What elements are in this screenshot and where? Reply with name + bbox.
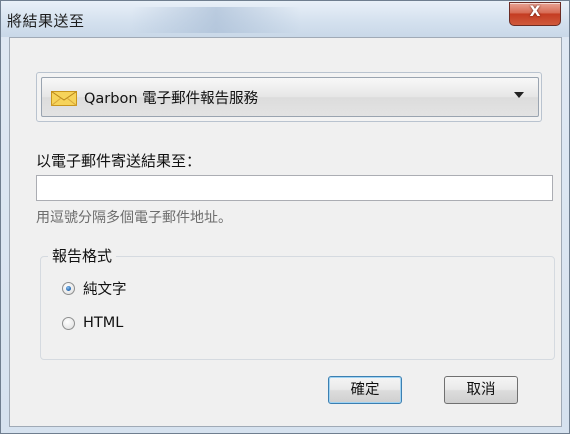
close-button[interactable]: X <box>509 2 561 26</box>
email-hint: 用逗號分隔多個電子郵件地址。 <box>36 210 232 226</box>
service-group: Qarbon 電子郵件報告服務 <box>36 72 542 122</box>
title-bar[interactable]: 將結果送至 X <box>1 1 569 37</box>
window-title: 將結果送至 <box>7 12 85 30</box>
email-label: 以電子郵件寄送結果至： <box>36 152 202 170</box>
report-service-selected: Qarbon 電子郵件報告服務 <box>84 91 259 107</box>
radio-unselected-icon[interactable] <box>62 316 75 330</box>
dialog-body: Qarbon 電子郵件報告服務 以電子郵件寄送結果至： 用逗號分隔多個電子郵件地… <box>9 37 562 427</box>
radio-html-label: HTML <box>83 315 124 331</box>
report-format-group <box>40 256 555 360</box>
radio-plain-text-label: 純文字 <box>83 281 127 298</box>
cancel-button[interactable]: 取消 <box>444 376 518 404</box>
radio-html[interactable]: HTML <box>62 313 123 333</box>
envelope-icon <box>51 91 77 106</box>
email-field[interactable] <box>36 175 553 201</box>
ok-button[interactable]: 確定 <box>328 376 402 404</box>
chevron-down-icon <box>514 92 524 98</box>
radio-selected-icon[interactable] <box>62 281 75 295</box>
dialog-window: 將結果送至 X Qarbon 電子郵件報告服務 以電子郵件寄送結果至： 用逗號分 <box>0 0 570 434</box>
report-format-legend: 報告格式 <box>48 245 117 266</box>
close-icon: X <box>529 4 541 20</box>
radio-plain-text[interactable]: 純文字 <box>62 278 127 298</box>
report-service-dropdown[interactable]: Qarbon 電子郵件報告服務 <box>41 77 539 117</box>
title-bar-glass <box>131 7 301 33</box>
